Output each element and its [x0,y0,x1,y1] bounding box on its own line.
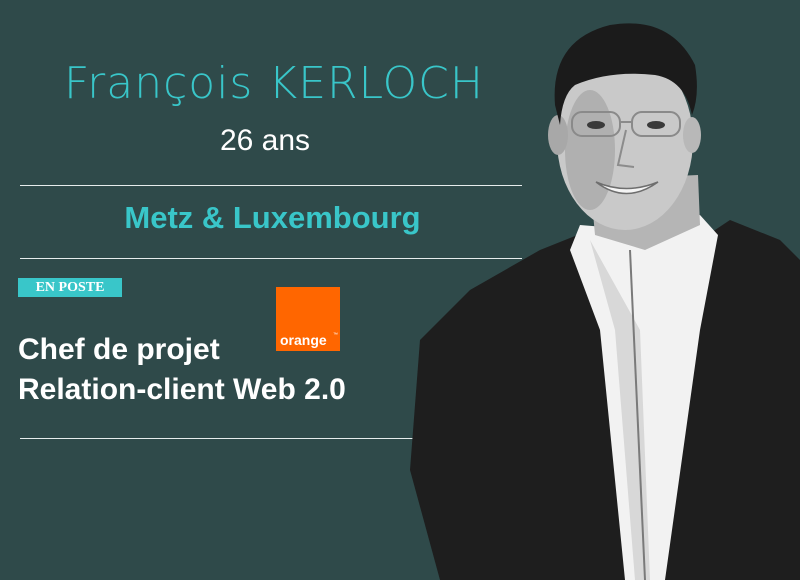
ear-right [683,117,701,153]
face-shadow [565,90,615,210]
role-line-1: Chef de projet [18,333,220,366]
role-line-2: Relation-client Web 2.0 [18,373,346,406]
profile-card: François KERLOCH 26 ans Metz & Luxembour… [0,0,800,580]
divider-bottom [20,438,414,439]
status-badge: EN POSTE [18,278,122,297]
ear-left [548,115,568,155]
profile-role: Chef de projet Relation-client Web 2.0 [18,330,346,410]
eye-left [587,121,605,129]
eye-right [647,121,665,129]
portrait-photo [410,23,800,580]
